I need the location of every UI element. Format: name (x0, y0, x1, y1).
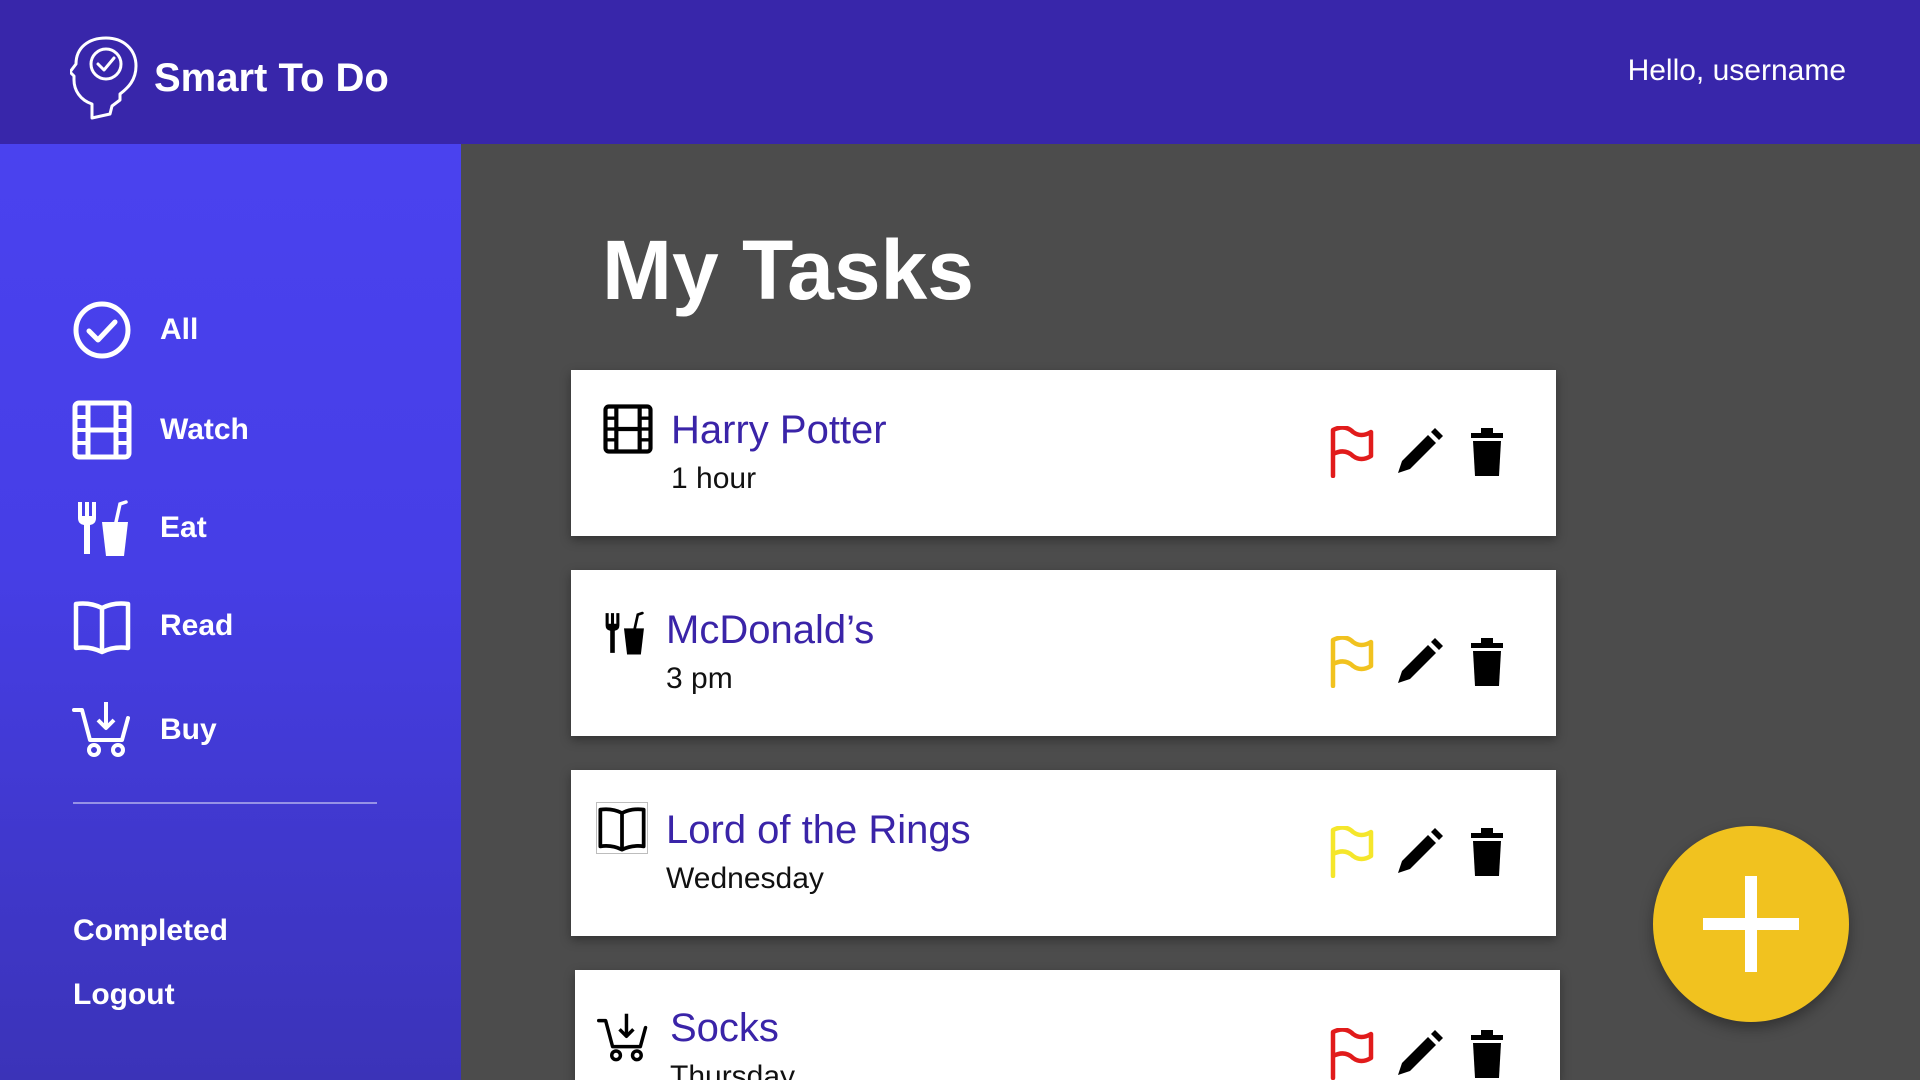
top-header: Smart To Do Hello, username (0, 0, 1920, 144)
sidebar-item-eat[interactable]: Eat (72, 498, 207, 558)
open-book-icon (596, 802, 648, 854)
trash-icon[interactable] (1459, 634, 1515, 690)
check-circle-icon (72, 300, 132, 360)
sidebar-item-buy[interactable]: Buy (72, 700, 217, 760)
pencil-icon[interactable] (1391, 824, 1447, 880)
trash-icon[interactable] (1459, 824, 1515, 880)
sidebar-item-watch[interactable]: Watch (72, 400, 249, 460)
sidebar-item-label: Watch (160, 413, 249, 446)
sidebar-item-all[interactable]: All (72, 300, 198, 360)
app-title: Smart To Do (154, 55, 389, 100)
task-subtitle: Wednesday (666, 862, 824, 895)
task-actions (1323, 1026, 1515, 1080)
trash-icon[interactable] (1459, 424, 1515, 480)
sidebar-item-label: Buy (160, 713, 217, 746)
sidebar-item-label: Read (160, 609, 234, 642)
sidebar-item-label: Eat (160, 511, 207, 544)
flag-icon[interactable] (1323, 424, 1379, 480)
task-card[interactable]: Socks Thursday (575, 970, 1560, 1080)
task-title: Lord of the Rings (666, 808, 971, 852)
task-card[interactable]: Harry Potter 1 hour (571, 370, 1556, 536)
completed-link[interactable]: Completed (73, 914, 228, 948)
trash-icon[interactable] (1459, 1026, 1515, 1080)
task-actions (1323, 824, 1515, 880)
logout-link[interactable]: Logout (73, 978, 175, 1012)
film-icon (72, 400, 132, 460)
task-title: Socks (670, 1006, 779, 1050)
flag-icon[interactable] (1323, 824, 1379, 880)
utensils-drink-icon (72, 498, 132, 558)
cart-icon (72, 700, 132, 760)
pencil-icon[interactable] (1391, 424, 1447, 480)
open-book-icon (72, 596, 132, 656)
task-card[interactable]: McDonald’s 3 pm (571, 570, 1556, 736)
add-task-button[interactable] (1653, 826, 1849, 1022)
sidebar-item-label: All (160, 313, 199, 346)
flag-icon[interactable] (1323, 634, 1379, 690)
task-card[interactable]: Lord of the Rings Wednesday (571, 770, 1556, 936)
task-actions (1323, 424, 1515, 480)
task-subtitle: 3 pm (666, 662, 733, 695)
flag-icon[interactable] (1323, 1026, 1379, 1080)
task-title: McDonald’s (666, 608, 875, 652)
pencil-icon[interactable] (1391, 1026, 1447, 1080)
pencil-icon[interactable] (1391, 634, 1447, 690)
film-icon (603, 404, 655, 456)
sidebar-item-read[interactable]: Read (72, 596, 233, 656)
task-subtitle: Thursday (670, 1060, 796, 1080)
task-subtitle: 1 hour (671, 462, 757, 495)
task-actions (1323, 634, 1515, 690)
brand[interactable]: Smart To Do (70, 34, 389, 122)
head-check-icon (70, 36, 138, 120)
cart-icon (597, 1012, 649, 1064)
task-title: Harry Potter (671, 408, 887, 452)
sidebar: All Watch Eat Read Buy Completed Logout (0, 144, 461, 1080)
sidebar-divider (73, 802, 377, 804)
plus-icon (1703, 876, 1799, 972)
utensils-drink-icon (601, 610, 653, 662)
user-greeting[interactable]: Hello, username (1628, 54, 1846, 88)
page-title: My Tasks (602, 223, 974, 317)
